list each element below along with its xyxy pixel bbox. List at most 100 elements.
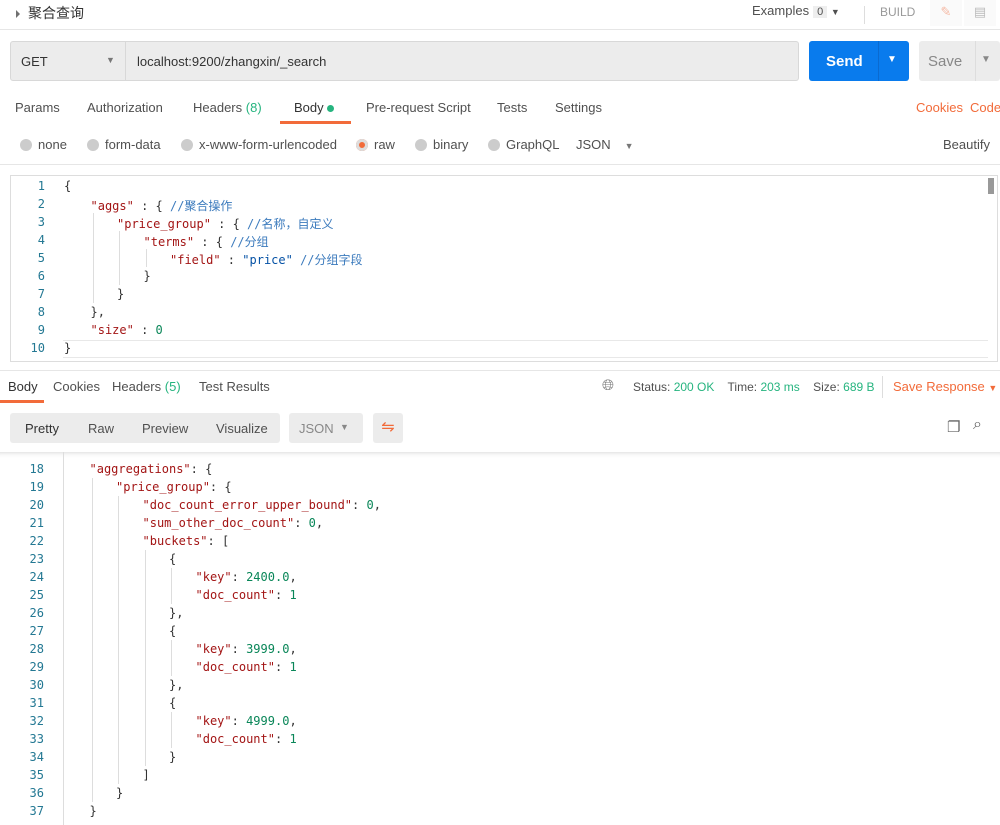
tab-authorization[interactable]: Authorization: [87, 100, 163, 115]
line-number: 22: [29, 534, 44, 548]
code-line: ]: [143, 768, 150, 782]
line-number: 28: [29, 642, 44, 656]
line-number: 30: [29, 678, 44, 692]
indent-guide: [118, 712, 119, 730]
tab-headers[interactable]: Headers (8): [193, 100, 262, 115]
request-title: 聚合查询: [28, 5, 84, 21]
radio-graphql[interactable]: GraphQL: [488, 137, 559, 152]
examples-dropdown[interactable]: Examples 0 ▼: [752, 3, 840, 18]
code-line: "buckets": [: [143, 534, 230, 548]
divider: [864, 6, 865, 24]
view-mode-group: Pretty Raw Preview Visualize: [10, 413, 280, 443]
code-token: }: [169, 750, 177, 764]
code-token: :: [133, 323, 156, 337]
radio-icon: [415, 139, 427, 151]
code-token: "price": [242, 253, 293, 267]
indent-guide: [118, 766, 119, 784]
url-input[interactable]: localhost:9200/zhangxin/_search: [137, 54, 326, 69]
line-number: 27: [29, 624, 44, 638]
search-icon[interactable]: ⌕: [973, 416, 982, 434]
build-button[interactable]: BUILD: [880, 5, 915, 19]
resp-tab-body[interactable]: Body: [8, 379, 38, 394]
indent-guide: [144, 712, 146, 730]
method-select[interactable]: GET ▼: [11, 42, 126, 80]
code-line: }: [144, 269, 151, 283]
indent-guide: [119, 267, 120, 285]
expand-caret-icon[interactable]: [16, 10, 20, 19]
status-label: Status:: [633, 380, 671, 394]
code-line: "doc_count": 1: [196, 660, 297, 674]
body-format-select[interactable]: JSON ▼: [576, 137, 634, 152]
tab-params[interactable]: Params: [15, 100, 60, 115]
send-label: Send: [826, 53, 863, 70]
tab-pre-request-script[interactable]: Pre-request Script: [366, 100, 471, 115]
examples-label: Examples: [752, 3, 810, 18]
indent-guide: [144, 676, 146, 694]
indent-guide: [118, 550, 119, 568]
request-body-editor[interactable]: 1 {2 "aggs" : { //聚合操作 3 "price_group" : { /…: [10, 175, 998, 362]
radio-urlencoded[interactable]: x-www-form-urlencoded: [181, 137, 337, 152]
scrollbar[interactable]: [988, 178, 994, 194]
cookies-link[interactable]: Cookies: [916, 100, 963, 115]
body-indicator-dot: [327, 105, 335, 112]
tab-settings[interactable]: Settings: [555, 100, 602, 115]
radio-none[interactable]: none: [20, 137, 67, 152]
resp-tab-cookies[interactable]: Cookies: [53, 379, 100, 394]
code-token: 3999.0: [246, 642, 290, 656]
indent-guide: [91, 712, 93, 730]
edit-pencil-icon[interactable]: ✎: [930, 0, 962, 26]
beautify-button[interactable]: Beautify: [943, 137, 990, 152]
radio-raw[interactable]: raw: [356, 137, 395, 152]
code-token: "terms": [143, 235, 195, 249]
indent-guide: [144, 550, 146, 568]
size-value: 689 B: [843, 380, 875, 394]
code-token: {: [169, 696, 177, 710]
tab-label: Body: [294, 100, 324, 115]
request-name[interactable]: 聚合查询: [16, 3, 84, 23]
radio-selected-icon: [356, 139, 368, 151]
code-line: "price_group" : { //名称，自定义: [117, 215, 334, 232]
indent-guide: [118, 604, 119, 622]
globe-icon[interactable]: 🌐︎: [602, 377, 614, 394]
tab-tests[interactable]: Tests: [497, 100, 527, 115]
code-token: //名称，自定义: [247, 217, 334, 231]
response-body-viewer[interactable]: 18 "aggregations": {19 "price_group": {20 "…: [0, 452, 1000, 825]
code-token: "key": [195, 570, 232, 584]
view-raw[interactable]: Raw: [88, 421, 114, 436]
divider: [878, 41, 879, 81]
status-value: 200 OK: [673, 380, 715, 394]
tab-header: 聚合查询 Examples 0 ▼ BUILD ✎ ▤: [0, 0, 1000, 30]
save-response-label: Save Response: [893, 379, 985, 394]
code-token: 0: [155, 323, 163, 337]
save-label: Save: [928, 53, 963, 70]
resp-tab-headers[interactable]: Headers (5): [112, 379, 181, 394]
view-preview[interactable]: Preview: [142, 421, 188, 436]
code-link[interactable]: Code: [970, 100, 1000, 115]
view-pretty[interactable]: Pretty: [25, 421, 59, 436]
line-number: 37: [29, 804, 44, 818]
indent-guide: [144, 640, 146, 658]
save-options-chevron-icon[interactable]: ▼: [981, 54, 991, 65]
divider: [975, 41, 976, 81]
active-line-highlight: [63, 340, 988, 358]
divider: [0, 370, 1000, 371]
line-number: 3: [37, 215, 45, 229]
radio-form-data[interactable]: form-data: [87, 137, 161, 152]
code-token: {: [64, 179, 72, 193]
response-meta: Status: 200 OK Time: 203 ms Size: 689 B: [633, 380, 875, 394]
resp-tab-test-results[interactable]: Test Results: [199, 379, 270, 394]
response-format-select[interactable]: JSON ▼: [289, 413, 363, 443]
wrap-lines-icon[interactable]: ⇋: [373, 413, 403, 443]
view-visualize[interactable]: Visualize: [216, 421, 268, 436]
copy-icon[interactable]: ❐: [947, 418, 960, 436]
tab-body[interactable]: Body: [294, 100, 335, 115]
documentation-icon[interactable]: ▤: [964, 0, 996, 26]
save-response-button[interactable]: Save Response ▼: [893, 379, 997, 394]
send-button[interactable]: Send ▼: [809, 41, 909, 81]
indent-guide: [119, 249, 120, 267]
format-value: JSON: [299, 421, 334, 436]
code-token: "doc_count": [195, 732, 275, 746]
send-options-chevron-icon[interactable]: ▼: [887, 54, 897, 65]
save-button[interactable]: Save ▼: [919, 41, 1000, 81]
radio-binary[interactable]: binary: [415, 137, 468, 152]
